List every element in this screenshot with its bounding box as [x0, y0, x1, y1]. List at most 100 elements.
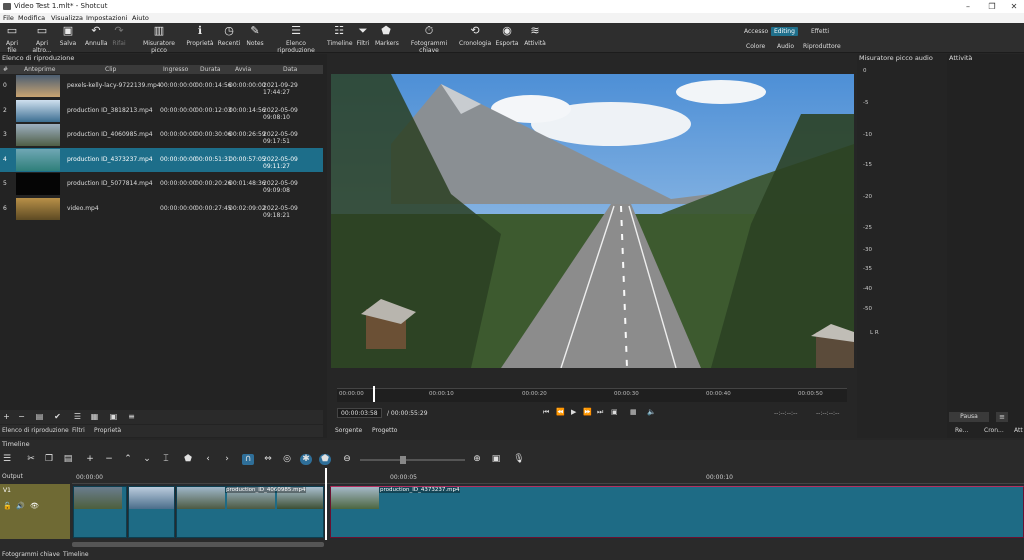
- skip-next-icon[interactable]: ⏭: [597, 408, 603, 417]
- previous-marker-icon[interactable]: ‹: [202, 454, 214, 465]
- check-icon[interactable]: ✔: [52, 412, 63, 422]
- viewer-playhead[interactable]: [373, 386, 375, 402]
- volume-icon[interactable]: 🔈: [647, 408, 656, 416]
- workspace-effetti[interactable]: Effetti: [808, 27, 832, 36]
- playlist-row[interactable]: 2 production ID_3818213.mp4 00:00:00:00 00:…: [0, 99, 323, 123]
- out-point[interactable]: --:--:--:--: [816, 410, 839, 417]
- snap-icon[interactable]: ∩: [242, 454, 254, 465]
- workspace-colore[interactable]: Colore: [743, 42, 768, 51]
- playlist-button[interactable]: ☰ Elenco riproduzione: [269, 25, 323, 55]
- ripple-all-icon[interactable]: ✱: [300, 454, 312, 465]
- skip-previous-icon[interactable]: ⏮: [543, 408, 549, 417]
- zoom-in-icon[interactable]: ⊕: [471, 454, 483, 465]
- zoom-out-icon[interactable]: ⊖: [341, 454, 353, 465]
- activity-tab-1[interactable]: Re...: [955, 427, 968, 434]
- record-audio-icon[interactable]: 🎙: [513, 454, 525, 465]
- playlist-row[interactable]: 6 video.mp4 00:00:00:00 00:00:27:45 00:02:09…: [0, 197, 323, 221]
- menu-icon[interactable]: ≡: [126, 412, 137, 422]
- timeline-menu-icon[interactable]: ☰: [1, 454, 13, 465]
- timeline-clip[interactable]: production_ID_4060985.mp4: [176, 486, 324, 538]
- playlist-row[interactable]: 5 production ID_5077814.mp4 00:00:00:00 00:…: [0, 172, 323, 196]
- pause-button[interactable]: Pausa: [949, 412, 989, 422]
- filters-button[interactable]: ⏷ Filtri: [354, 25, 372, 48]
- activity-menu-icon[interactable]: ≡: [996, 412, 1008, 422]
- properties-button[interactable]: ℹ Proprietà: [186, 25, 214, 48]
- play-icon[interactable]: ▶: [571, 408, 576, 416]
- recent-button[interactable]: ◷ Recenti: [217, 25, 241, 48]
- tab-playlist[interactable]: Elenco di riproduzione: [2, 427, 69, 434]
- paste-icon[interactable]: ▤: [62, 454, 74, 465]
- list-view-icon[interactable]: ☰: [72, 412, 83, 422]
- rewind-icon[interactable]: ⏪: [556, 408, 565, 416]
- split-icon[interactable]: ⌶: [160, 454, 172, 465]
- redo-button[interactable]: ↷ Rifai: [110, 25, 128, 48]
- video-preview[interactable]: [331, 74, 854, 368]
- fast-forward-icon[interactable]: ⏩: [583, 408, 592, 416]
- save-button[interactable]: ▣ Salva: [59, 25, 77, 48]
- lock-icon[interactable]: 🔓: [3, 502, 12, 510]
- copy-icon[interactable]: ❐: [43, 454, 55, 465]
- remove-icon[interactable]: −: [16, 412, 27, 422]
- zoom-slider[interactable]: [360, 459, 465, 461]
- update-icon[interactable]: ▤: [34, 412, 45, 422]
- timeline-clip[interactable]: [128, 486, 175, 538]
- menu-impostazioni[interactable]: Impostazioni: [86, 14, 127, 22]
- grid-view-icon[interactable]: ▦: [89, 412, 100, 422]
- tab-properties[interactable]: Proprietà: [94, 427, 121, 434]
- ripple-icon[interactable]: ◎: [281, 454, 293, 465]
- tab-keyframes[interactable]: Fotogrammi chiave: [2, 551, 60, 558]
- history-button[interactable]: ⟲ Cronologia: [459, 25, 491, 48]
- position-timecode[interactable]: 00:00:03:58: [337, 408, 382, 418]
- timeline-clip[interactable]: [73, 486, 127, 538]
- lift-icon[interactable]: ⌃: [122, 454, 134, 465]
- scrub-icon[interactable]: ⇔: [262, 454, 274, 465]
- notes-button[interactable]: ✎ Notes: [245, 25, 265, 48]
- zoom-slider-handle[interactable]: [400, 456, 406, 464]
- timeline-ruler[interactable]: 00:00:00 00:00:05 00:00:10: [72, 470, 1024, 484]
- workspace-audio[interactable]: Audio: [774, 42, 797, 51]
- activity-tab-2[interactable]: Cron...: [984, 427, 1004, 434]
- workspace-editing[interactable]: Editing: [771, 27, 798, 36]
- minimize-icon[interactable]: –: [962, 1, 974, 12]
- export-button[interactable]: ◉ Esporta: [495, 25, 519, 48]
- remove-icon[interactable]: −: [103, 454, 115, 465]
- zoom-icon[interactable]: ▣: [611, 408, 618, 416]
- playlist-row[interactable]: 0 pexels-kelly-lacy-9722139.mp4 00:00:00:0…: [0, 74, 323, 98]
- add-icon[interactable]: +: [1, 412, 12, 422]
- grid-icon[interactable]: ▦: [630, 408, 637, 416]
- tab-timeline[interactable]: Timeline: [63, 551, 89, 558]
- open-other-button[interactable]: ▭ Apri altro...: [28, 25, 56, 55]
- overwrite-icon[interactable]: ⌄: [141, 454, 153, 465]
- track-header-v1[interactable]: V1 🔓 🔊 👁: [0, 484, 70, 539]
- mute-icon[interactable]: 🔊: [16, 502, 25, 510]
- tab-project[interactable]: Progetto: [372, 427, 397, 434]
- menu-file[interactable]: File: [3, 14, 14, 22]
- close-icon[interactable]: ✕: [1008, 1, 1020, 12]
- in-point[interactable]: --:--:--:--: [774, 410, 797, 417]
- keyframes-button[interactable]: ⏱ Fotogrammi chiave: [402, 25, 456, 55]
- timeline-clip-selected[interactable]: production_ID_4373237.mp4: [330, 486, 1024, 538]
- playlist-row[interactable]: 3 production ID_4060985.mp4 00:00:00:00 00:…: [0, 123, 323, 147]
- timeline-playhead[interactable]: [325, 468, 327, 540]
- marker-icon[interactable]: ⬟: [182, 454, 194, 465]
- col-number[interactable]: #: [3, 66, 8, 73]
- restore-icon[interactable]: ❐: [986, 1, 998, 12]
- tab-filters[interactable]: Filtri: [72, 427, 85, 434]
- col-in[interactable]: Ingresso: [163, 66, 188, 73]
- icon-view-icon[interactable]: ▣: [108, 412, 119, 422]
- col-thumbnails[interactable]: Anteprime: [24, 66, 55, 73]
- col-date[interactable]: Data: [283, 66, 297, 73]
- next-marker-icon[interactable]: ›: [221, 454, 233, 465]
- menu-aiuto[interactable]: Aiuto: [132, 14, 149, 22]
- tab-source[interactable]: Sorgente: [335, 427, 362, 434]
- col-clip[interactable]: Clip: [105, 66, 116, 73]
- cut-icon[interactable]: ✂: [25, 454, 37, 465]
- peak-meter-button[interactable]: ▥ Misuratore picco: [136, 25, 182, 55]
- open-file-button[interactable]: ▭ Apri file: [1, 25, 23, 55]
- workspace-accesso[interactable]: Accesso: [741, 27, 771, 36]
- col-duration[interactable]: Durata: [200, 66, 221, 73]
- zoom-fit-icon[interactable]: ▣: [490, 454, 502, 465]
- ripple-markers-icon[interactable]: ⬟: [319, 454, 331, 465]
- viewer-ruler[interactable]: 00:00:00 00:00:10 00:00:20 00:00:30 00:0…: [337, 388, 847, 402]
- eye-icon[interactable]: 👁: [30, 502, 39, 510]
